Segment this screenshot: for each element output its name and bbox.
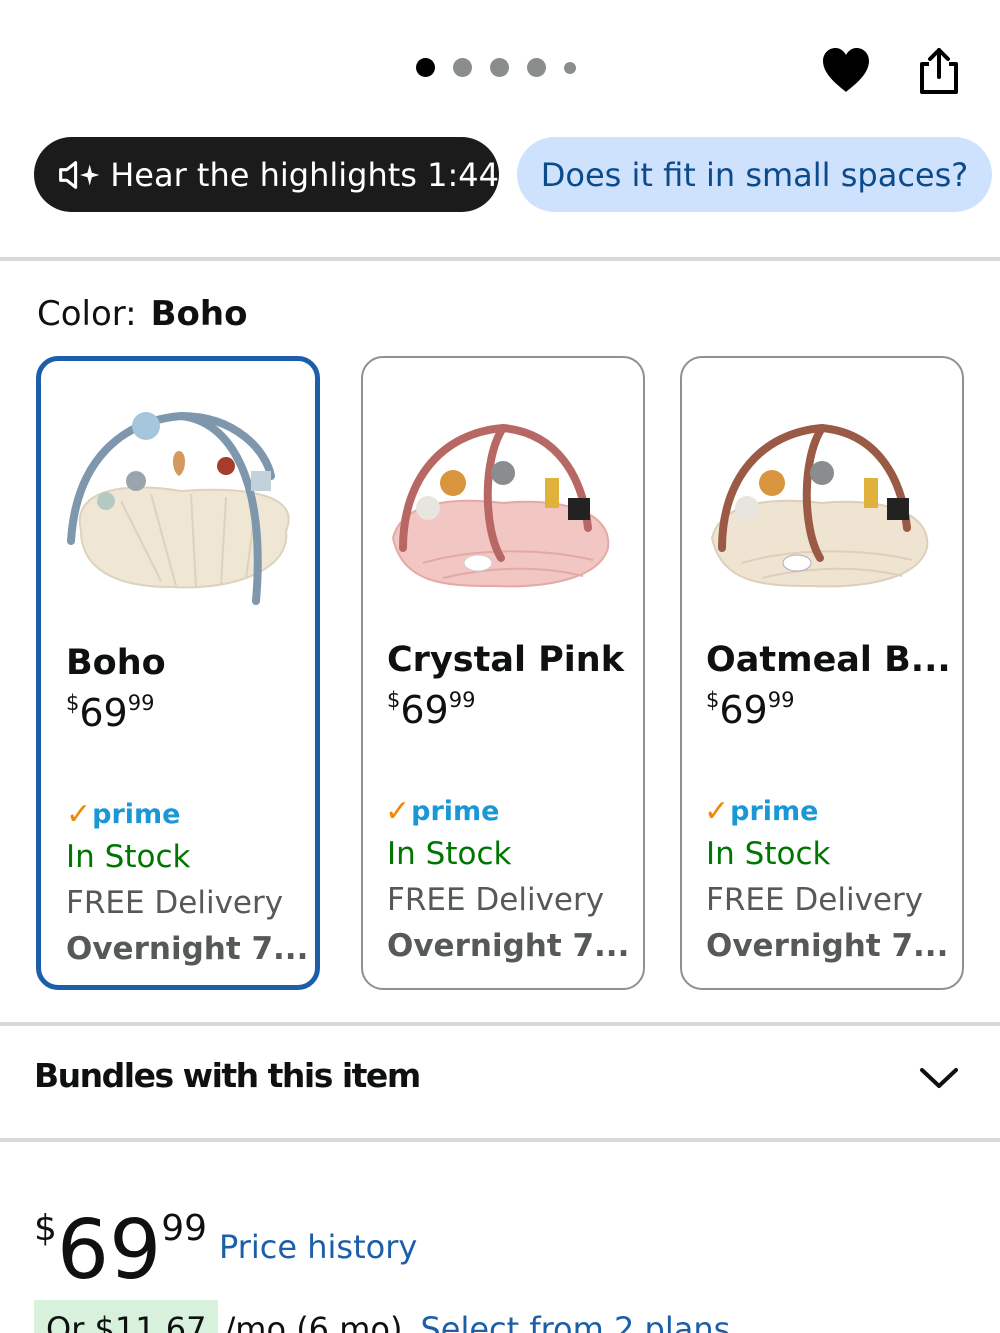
installment-row: Or $11.67 /mo (6 mo) Select from 2 plans — [34, 1300, 730, 1333]
delivery-time: Overnight 7... — [706, 928, 949, 964]
price-whole: 69 — [79, 691, 128, 735]
delivery-info: FREE Delivery — [706, 882, 924, 918]
divider — [0, 1022, 1000, 1026]
prime-label: prime — [730, 796, 819, 827]
image-carousel-dots[interactable] — [416, 58, 576, 77]
hear-highlights-label: Hear the highlights 1:44 — [110, 155, 499, 194]
price-whole: 69 — [56, 1203, 162, 1298]
prime-label: prime — [92, 799, 181, 830]
carousel-dot-1[interactable] — [416, 58, 435, 77]
variant-price: $6999 — [66, 691, 154, 735]
product-image-oatmeal — [710, 423, 929, 588]
currency-symbol: $ — [66, 691, 80, 715]
price-fraction: 99 — [161, 1208, 208, 1249]
variant-name: Boho — [66, 643, 166, 683]
prime-badge: ✓ prime — [704, 794, 818, 829]
product-price: $6999 — [34, 1188, 207, 1292]
stock-status: In Stock — [387, 836, 512, 872]
price-fraction: 99 — [448, 688, 476, 712]
stock-status: In Stock — [66, 839, 191, 875]
prime-badge: ✓ prime — [385, 794, 499, 829]
carousel-dot-3[interactable] — [490, 58, 509, 77]
select-plan-link[interactable]: Select from 2 plans — [420, 1300, 730, 1333]
carousel-dot-5[interactable] — [564, 61, 576, 74]
delivery-info: FREE Delivery — [387, 882, 605, 918]
price-whole: 69 — [719, 688, 768, 732]
color-selector-label: Color: Boho — [37, 294, 247, 334]
speaker-sparkle-icon — [59, 160, 100, 189]
delivery-time: Overnight 7... — [66, 931, 309, 967]
price-fraction: 99 — [767, 688, 795, 712]
divider — [0, 257, 1000, 261]
variant-price: $6999 — [387, 688, 475, 732]
stock-status: In Stock — [706, 836, 831, 872]
price-fraction: 99 — [127, 691, 155, 715]
variant-card-boho[interactable]: Boho $6999 ✓ prime In Stock FREE Delivery… — [36, 356, 320, 990]
product-image-crystal-pink — [391, 423, 610, 588]
check-icon: ✓ — [66, 797, 92, 832]
selected-color-value: Boho — [150, 294, 248, 334]
variant-card-crystal-pink[interactable]: Crystal Pink $6999 ✓ prime In Stock FREE … — [361, 356, 645, 990]
price-whole: 69 — [400, 688, 449, 732]
prime-label: prime — [411, 796, 500, 827]
divider — [0, 1138, 1000, 1142]
price-history-link[interactable]: Price history — [219, 1228, 417, 1266]
check-icon: ✓ — [704, 794, 730, 829]
currency-symbol: $ — [387, 688, 401, 712]
variant-name: Oatmeal B... — [706, 640, 951, 680]
delivery-time: Overnight 7... — [387, 928, 630, 964]
question-chip-label: Does it fit in small spaces? — [540, 155, 969, 194]
hear-highlights-button[interactable]: Hear the highlights 1:44 — [34, 137, 499, 212]
installment-term: /mo (6 mo) — [224, 1310, 403, 1333]
prime-badge: ✓ prime — [66, 797, 180, 832]
installment-badge: Or $11.67 — [34, 1300, 219, 1333]
variant-name: Crystal Pink — [387, 640, 624, 680]
share-icon[interactable] — [915, 44, 963, 96]
chevron-down-icon[interactable] — [918, 1062, 960, 1092]
heart-icon[interactable] — [820, 44, 872, 96]
question-chip[interactable]: Does it fit in small spaces? — [517, 137, 992, 212]
bundles-section-title[interactable]: Bundles with this item — [34, 1056, 421, 1095]
delivery-info: FREE Delivery — [66, 885, 284, 921]
color-label: Color: — [37, 294, 137, 334]
carousel-dot-2[interactable] — [453, 58, 472, 77]
variant-card-oatmeal[interactable]: Oatmeal B... $6999 ✓ prime In Stock FREE … — [680, 356, 964, 990]
check-icon: ✓ — [385, 794, 411, 829]
currency-symbol: $ — [706, 688, 720, 712]
currency-symbol: $ — [34, 1208, 57, 1249]
variant-price: $6999 — [706, 688, 794, 732]
carousel-dot-4[interactable] — [527, 58, 546, 77]
product-image-boho — [67, 411, 290, 605]
